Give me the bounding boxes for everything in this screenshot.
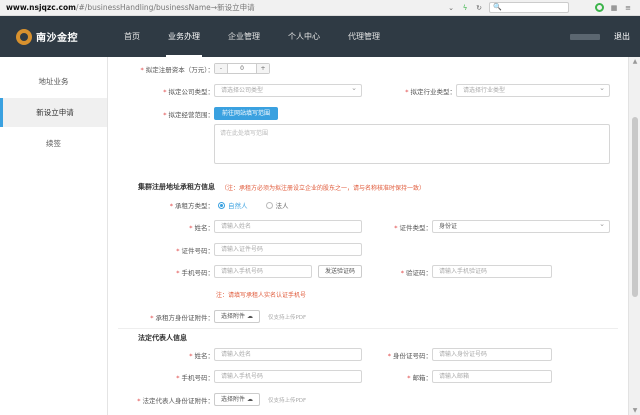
logo[interactable]: 南沙金控 <box>16 28 92 45</box>
id-type-select[interactable]: 身份证 <box>432 220 610 233</box>
lessee-section-tip: （注：承租方必须为拟注册设立企业的股东之一，请与名称核准时保持一致） <box>221 184 426 192</box>
top-navigation: 南沙金控 首页 业务办理 企业管理 个人中心 代理管理 退出 <box>0 16 640 57</box>
capital-label: * 拟定注册资本（万元）： <box>140 65 215 74</box>
browser-icons: ⌄ ϟ ↻ 🔍 ▦ ≡ <box>447 2 632 13</box>
lessee-phone-label: * 手机号码： <box>176 268 214 277</box>
scope-label: * 拟定经营范围： <box>163 110 214 119</box>
nav-menu: 首页 业务办理 企业管理 个人中心 代理管理 <box>110 16 394 57</box>
legal-email-label: * 邮箱： <box>407 373 432 382</box>
legal-id-label: * 身份证号码： <box>387 351 432 360</box>
radio-unchecked-icon <box>265 201 273 209</box>
lessee-attachment-label: * 承租方身份证附件： <box>150 313 214 322</box>
legal-section-title: 法定代表人信息 <box>138 334 187 342</box>
lessee-upload-hint: 仅支持上传PDF <box>267 314 307 321</box>
capital-minus-button[interactable]: - <box>215 64 227 73</box>
url-path: /#/businessHandling/businessName→新设立申请 <box>75 3 255 12</box>
lessee-name-input[interactable]: 请输入姓名 <box>214 220 362 233</box>
menu-icon[interactable]: ≡ <box>624 4 632 12</box>
browser-search-input[interactable]: 🔍 <box>489 2 569 13</box>
industry-type-select[interactable]: 请选择行业类型 <box>456 84 610 97</box>
lessee-id-number-label: * 证件号码： <box>176 246 214 255</box>
legal-name-input[interactable]: 请输入姓名 <box>214 348 362 361</box>
company-type-label: * 拟定公司类型： <box>163 87 214 96</box>
legal-attachment-label: * 法定代表人身份证附件： <box>137 396 214 405</box>
upload-icon: ☁ <box>246 313 253 320</box>
scope-textarea[interactable]: 请在此处填写范围 <box>214 124 610 164</box>
verification-code-label: * 验证码： <box>400 268 432 277</box>
dropdown-icon[interactable]: ⌄ <box>447 4 455 12</box>
url-field[interactable]: www.nsjqzc.com/#/businessHandling/busine… <box>6 2 255 13</box>
legal-phone-input[interactable]: 请输入手机号码 <box>214 370 362 383</box>
verification-code-input[interactable]: 请输入手机验证码 <box>432 265 552 278</box>
legal-email-input[interactable]: 请输入邮箱 <box>432 370 552 383</box>
capital-stepper[interactable]: - 0 + <box>214 63 270 74</box>
lessee-upload-button[interactable]: 选择附件 ☁ <box>214 310 260 323</box>
legal-name-label: * 姓名： <box>189 351 214 360</box>
logo-mark-icon <box>16 28 32 45</box>
lightning-icon[interactable]: ϟ <box>461 4 469 12</box>
url-host: www.nsjqzc.com <box>6 3 76 12</box>
scroll-down-icon[interactable]: ▼ <box>631 407 639 414</box>
capital-value[interactable]: 0 <box>227 64 257 73</box>
radio-natural-person[interactable]: 自然人 <box>218 200 248 210</box>
nav-item-agent[interactable]: 代理管理 <box>334 16 394 57</box>
lessee-type-label: * 承租方类型： <box>169 202 214 210</box>
legal-upload-button[interactable]: 选择附件 ☁ <box>214 393 260 406</box>
scroll-up-icon[interactable]: ▲ <box>631 58 639 65</box>
legal-upload-hint: 仅支持上传PDF <box>267 397 307 404</box>
industry-type-label: * 拟定行业类型： <box>405 87 456 96</box>
user-name-blurred[interactable] <box>570 33 600 40</box>
sidebar-item-renewal[interactable]: 续签 <box>0 129 107 158</box>
nav-item-enterprise[interactable]: 企业管理 <box>214 16 274 57</box>
section-divider <box>118 328 618 329</box>
application-form: *拟定注册资本（万元）： - 0 + *拟定公司类型： 请选择公司类型 *拟定行… <box>118 57 618 415</box>
radio-checked-icon <box>218 201 225 209</box>
scroll-thumb[interactable] <box>632 117 638 297</box>
company-type-select[interactable]: 请选择公司类型 <box>214 84 362 97</box>
sidebar-item-address[interactable]: 地址业务 <box>0 67 107 96</box>
refresh-icon[interactable]: ↻ <box>475 4 483 12</box>
scope-website-button[interactable]: 前往网站填写范围 <box>214 107 279 120</box>
lessee-section-title: 集群注册地址承租方信息 <box>138 183 215 191</box>
nav-item-home[interactable]: 首页 <box>110 16 154 57</box>
extension-icon[interactable] <box>595 3 604 12</box>
legal-id-input[interactable]: 请输入身份证号码 <box>432 348 552 361</box>
capital-plus-button[interactable]: + <box>257 64 269 73</box>
grid-icon[interactable]: ▦ <box>610 4 618 12</box>
lessee-name-label: * 姓名： <box>189 223 214 232</box>
page-scrollbar[interactable]: ▲ ▼ <box>628 57 640 415</box>
sidebar-item-new-application[interactable]: 新设立申请 <box>0 98 107 127</box>
upload-icon: ☁ <box>246 396 253 403</box>
lessee-phone-input[interactable]: 请输入手机号码 <box>214 265 312 278</box>
id-type-label: * 证件类型： <box>394 223 432 232</box>
sidebar: 地址业务 新设立申请 续签 <box>0 57 108 415</box>
logout-button[interactable]: 退出 <box>614 31 630 42</box>
logo-text: 南沙金控 <box>36 33 78 44</box>
legal-phone-label: * 手机号码： <box>176 373 214 382</box>
send-code-button[interactable]: 发送验证码 <box>318 265 363 278</box>
browser-address-bar: www.nsjqzc.com/#/businessHandling/busine… <box>0 0 640 16</box>
nav-item-business[interactable]: 业务办理 <box>154 16 214 57</box>
phone-tip: 注：请填写承租人实名认证手机号 <box>216 292 307 299</box>
radio-legal-person[interactable]: 法人 <box>265 200 289 210</box>
nav-item-personal[interactable]: 个人中心 <box>274 16 334 57</box>
lessee-id-number-input[interactable]: 请输入证件号码 <box>214 243 362 256</box>
